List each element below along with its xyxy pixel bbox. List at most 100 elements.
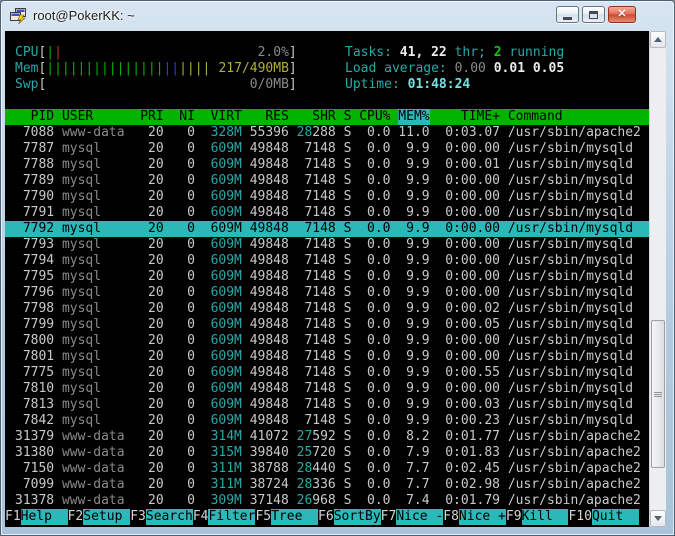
process-row[interactable]: 7088 www-data 20 0 328M 55396 28288 S 0.0 11.0 0:0…	[5, 125, 649, 141]
process-row[interactable]: 7800 mysql 20 0 609M 49848 7148 S 0.0 9.9 0:00.00 /…	[5, 333, 649, 349]
cell-pri: 20	[148, 365, 164, 380]
cell-command: /usr/sbin/apache2	[507, 445, 641, 460]
cell-command: /usr/sbin/mysqld	[507, 333, 634, 348]
fkey-f9[interactable]: F9	[506, 509, 522, 525]
process-row[interactable]: 7099 www-data 20 0 311M 38724 28336 S 0.0 7.7 0:02…	[5, 477, 649, 493]
cell-pid: 7788	[22, 157, 55, 172]
arrow-down-icon	[654, 516, 662, 521]
fkey-f7[interactable]: F7	[381, 509, 397, 525]
cell-mem-percent: 9.9	[406, 413, 430, 428]
fkey-label-nice[interactable]: Nice -	[396, 509, 443, 525]
scroll-down-button[interactable]	[650, 510, 666, 527]
column-header-s[interactable]: S	[344, 109, 352, 125]
process-row[interactable]: 7798 mysql 20 0 609M 49848 7148 S 0.0 9.9 0:00.02 /…	[5, 301, 649, 317]
scrollbar-thumb[interactable]	[651, 320, 665, 468]
cell-cpu-percent: 0.0	[367, 205, 391, 220]
cell-state: S	[343, 269, 352, 284]
column-header-mem-sorted[interactable]: MEM%	[398, 109, 430, 125]
fkey-label-tree[interactable]: Tree	[271, 509, 319, 525]
cell-pid: 7842	[22, 413, 55, 428]
fkey-f2[interactable]: F2	[68, 509, 84, 525]
column-header-pri[interactable]: PRI	[140, 109, 163, 125]
cell-ni: 0	[187, 317, 195, 332]
process-row[interactable]: 7793 mysql 20 0 609M 49848 7148 S 0.0 9.9 0:00.00 /…	[5, 237, 649, 253]
process-row[interactable]: 31378 www-data 20 0 309M 37148 26968 S 0.0 7.4 0:0…	[5, 493, 649, 509]
column-header-time[interactable]: TIME+	[437, 109, 500, 125]
process-row[interactable]: 7790 mysql 20 0 609M 49848 7148 S 0.0 9.9 0:00.00 /…	[5, 189, 649, 205]
cell-shr: 7148	[304, 269, 336, 284]
process-row[interactable]: 7813 mysql 20 0 609M 49848 7148 S 0.0 9.9 0:00.03 /…	[5, 397, 649, 413]
meter-tick: |	[124, 61, 133, 76]
process-row[interactable]: 7799 mysql 20 0 609M 49848 7148 S 0.0 9.9 0:00.05 /…	[5, 317, 649, 333]
process-row[interactable]: 7796 mysql 20 0 609M 49848 7148 S 0.0 9.9 0:00.00 /…	[5, 285, 649, 301]
fkey-label-quit[interactable]: Quit	[591, 509, 639, 525]
process-row[interactable]: 7789 mysql 20 0 609M 49848 7148 S 0.0 9.9 0:00.00 /…	[5, 173, 649, 189]
maximize-button[interactable]	[582, 6, 605, 23]
process-row[interactable]: 31380 www-data 20 0 315M 39840 25720 S 0.0 7.9 0:0…	[5, 445, 649, 461]
column-header-user[interactable]: USER	[62, 109, 132, 125]
meter-tick: |	[69, 61, 78, 76]
fkey-f8[interactable]: F8	[443, 509, 459, 525]
fkey-label-nice[interactable]: Nice +	[458, 509, 506, 525]
cell-pri: 20	[148, 317, 164, 332]
column-header-cpu[interactable]: CPU%	[359, 109, 390, 125]
cell-res: 49848	[249, 301, 289, 316]
fkey-f3[interactable]: F3	[130, 509, 146, 525]
process-row[interactable]: 31379 www-data 20 0 314M 41072 27592 S 0.0 8.2 0:0…	[5, 429, 649, 445]
process-row[interactable]: 7795 mysql 20 0 609M 49848 7148 S 0.0 9.9 0:00.00 /…	[5, 269, 649, 285]
fkey-f4[interactable]: F4	[193, 509, 209, 525]
cell-virt: 328M	[210, 125, 242, 140]
process-row[interactable]: 7842 mysql 20 0 609M 49848 7148 S 0.0 9.9 0:00.23 /…	[5, 413, 649, 429]
column-header-pid[interactable]: PID	[15, 109, 54, 125]
cell-pid: 7801	[22, 349, 55, 364]
cell-time: 0:00.00	[445, 205, 501, 220]
titlebar[interactable]: root@PokerKK: ~ ✕	[1, 1, 674, 30]
fkey-label-sortby[interactable]: SortBy	[333, 509, 381, 525]
fkey-label-kill[interactable]: Kill	[521, 509, 569, 525]
scrollbar-track[interactable]	[650, 48, 666, 510]
fkey-f1[interactable]: F1	[5, 509, 21, 525]
column-header-shr[interactable]: SHR	[297, 109, 335, 125]
process-row-selected[interactable]: 7792 mysql 20 0 609M 49848 7148 S 0.0 9.9 0:00.00 /…	[5, 221, 649, 237]
cell-ni: 0	[187, 237, 195, 252]
cell-shr: 7148	[304, 301, 336, 316]
process-row[interactable]: 7775 mysql 20 0 609M 49848 7148 S 0.0 9.9 0:00.55 /…	[5, 365, 649, 381]
fkey-label-filter[interactable]: Filter	[208, 509, 255, 525]
column-header-ni[interactable]: NI	[171, 109, 195, 125]
cell-pid: 7796	[22, 285, 55, 300]
cell-mem-percent: 9.9	[406, 333, 430, 348]
thumb-grip-icon	[654, 391, 662, 398]
fkey-f5[interactable]: F5	[255, 509, 271, 525]
process-row[interactable]: 7787 mysql 20 0 609M 49848 7148 S 0.0 9.9 0:00.00 /…	[5, 141, 649, 157]
cell-time: 0:00.00	[445, 269, 501, 284]
process-row[interactable]: 7788 mysql 20 0 609M 49848 7148 S 0.0 9.9 0:00.01 /…	[5, 157, 649, 173]
meter-tick: |	[77, 61, 86, 76]
cell-res: 37148	[249, 493, 289, 508]
cell-command: /usr/sbin/mysqld	[507, 237, 634, 252]
cell-cpu-percent: 0.0	[367, 301, 391, 316]
cell-user: mysql	[61, 221, 102, 236]
scrollbar[interactable]	[649, 31, 666, 527]
fkey-label-search[interactable]: Search	[145, 509, 193, 525]
process-row[interactable]: 7150 www-data 20 0 311M 38788 28440 S 0.0 7.7 0:02…	[5, 461, 649, 477]
cell-user: mysql	[61, 349, 102, 364]
process-row[interactable]: 7794 mysql 20 0 609M 49848 7148 S 0.0 9.9 0:00.00 /…	[5, 253, 649, 269]
minimize-button[interactable]	[556, 6, 579, 23]
process-row[interactable]: 7801 mysql 20 0 609M 49848 7148 S 0.0 9.9 0:00.00 /…	[5, 349, 649, 365]
cell-ni: 0	[187, 173, 195, 188]
process-row[interactable]: 7791 mysql 20 0 609M 49848 7148 S 0.0 9.9 0:00.00 /…	[5, 205, 649, 221]
column-header-virt[interactable]: VIRT	[203, 109, 242, 125]
scroll-up-button[interactable]	[650, 31, 666, 48]
cell-command: /usr/sbin/mysqld	[507, 301, 634, 316]
cell-pid: 31378	[15, 493, 55, 508]
column-header-command[interactable]: Command	[508, 109, 649, 125]
close-button[interactable]: ✕	[608, 6, 636, 23]
column-header-res[interactable]: RES	[250, 109, 288, 125]
fkey-label-setup[interactable]: Setup	[83, 509, 131, 525]
fkey-f10[interactable]: F10	[568, 509, 591, 525]
process-row[interactable]: 7810 mysql 20 0 609M 49848 7148 S 0.0 9.9 0:00.00 /…	[5, 381, 649, 397]
fkey-f6[interactable]: F6	[318, 509, 334, 525]
cell-command: /usr/sbin/mysqld	[507, 157, 634, 172]
cell-time: 0:00.00	[445, 221, 501, 236]
fkey-label-help[interactable]: Help	[20, 509, 68, 525]
